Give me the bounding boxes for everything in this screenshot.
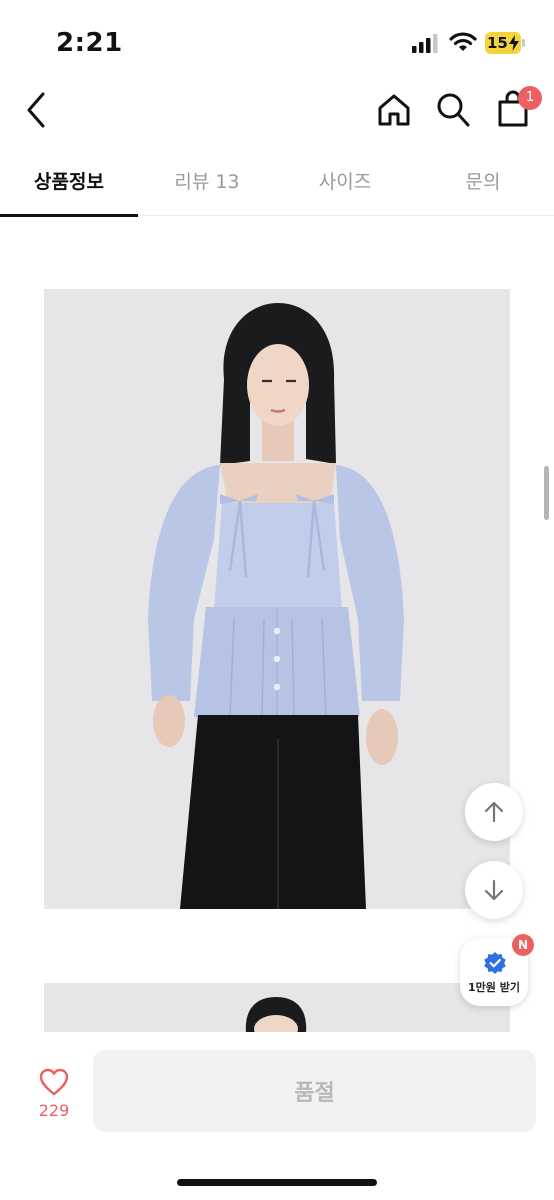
scroll-to-top-button[interactable]: [465, 783, 523, 841]
verified-badge-icon: [484, 952, 506, 974]
reward-label: 1만원 받기: [468, 981, 520, 994]
wifi-icon: [449, 32, 477, 51]
charging-bolt-icon: [509, 35, 519, 51]
scrollbar[interactable]: [544, 466, 549, 520]
tab-inquiry[interactable]: 문의: [414, 160, 552, 216]
product-detail-screen: 2:21 15 1 상품정보 리뷰 13 사이즈 문의 1만원 받기 N 229…: [0, 0, 554, 1200]
new-badge: N: [512, 934, 534, 956]
back-chevron-icon[interactable]: [22, 90, 52, 130]
like-count: 229: [38, 1101, 70, 1120]
tab-reviews[interactable]: 리뷰 13: [138, 160, 276, 216]
home-indicator: [177, 1179, 377, 1186]
arrow-up-icon: [484, 801, 504, 823]
model-illustration: [148, 303, 404, 909]
model-illustration-2: [245, 997, 307, 1033]
status-time: 2:21: [56, 28, 123, 58]
scroll-to-bottom-button[interactable]: [465, 861, 523, 919]
cart-count-badge: 1: [518, 86, 542, 110]
bottom-action-bar: 229 품절: [0, 1032, 554, 1200]
tab-size[interactable]: 사이즈: [276, 160, 414, 216]
arrow-down-icon: [484, 879, 504, 901]
signal-icon: [412, 34, 438, 53]
battery-level: 15: [487, 34, 508, 52]
battery-body: 15: [485, 32, 521, 54]
battery-tip: [522, 39, 525, 47]
search-icon[interactable]: [435, 91, 471, 129]
sold-out-button[interactable]: 품절: [93, 1050, 536, 1132]
home-icon[interactable]: [376, 92, 412, 128]
product-photo: [44, 289, 510, 909]
heart-icon[interactable]: [39, 1068, 69, 1096]
battery-indicator: 15: [485, 32, 525, 54]
top-nav: [0, 80, 554, 142]
product-photo-2: [44, 983, 510, 1033]
tab-product-info[interactable]: 상품정보: [0, 160, 138, 217]
product-tabs: 상품정보 리뷰 13 사이즈 문의: [0, 160, 554, 217]
status-bar: 2:21 15: [0, 0, 554, 80]
